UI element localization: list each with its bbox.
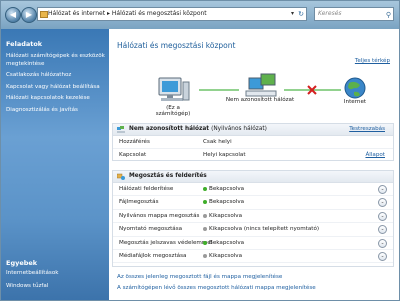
- row-value: Kikapcsolva: [209, 252, 243, 259]
- status-dot-icon: [203, 213, 207, 218]
- expand-icon[interactable]: ⌄: [378, 198, 387, 208]
- sharing-section: Megosztás és felderítés Hálózati felderí…: [112, 170, 394, 267]
- network-type: (Nyilvános hálózat): [211, 126, 267, 132]
- table-row[interactable]: Megosztás jelszavas védelemmel Bekapcsolv…: [113, 237, 393, 250]
- expand-icon[interactable]: ⌄: [378, 211, 387, 221]
- address-bar[interactable]: Hálózat és internet ▸ Hálózati és megosz…: [37, 7, 307, 21]
- row-value: Helyi kapcsolat: [203, 152, 246, 159]
- row-value: Kikapcsolva: [209, 212, 243, 219]
- show-shared-files-link[interactable]: Az összes jelenleg megosztott fájl és ma…: [117, 272, 316, 283]
- sharing-title: Megosztás és felderítés: [129, 173, 207, 179]
- sidebar-item-connect[interactable]: Csatlakozás hálózathoz: [6, 72, 106, 80]
- sharing-icon: [117, 173, 125, 180]
- table-row: Kapcsolat Helyi kapcsolat Állapot: [113, 149, 393, 161]
- computer-label: (Ez a számítógép): [155, 105, 191, 117]
- status-dot-icon: [203, 200, 207, 205]
- table-row: Hozzáférés Csak helyi: [113, 136, 393, 150]
- network-details: Nem azonosított hálózat (Nyilvános hálóz…: [112, 123, 394, 161]
- row-value: Bekapcsolva: [209, 239, 245, 246]
- sidebar-item-setup-connection[interactable]: Kapcsolat vagy hálózat beállítása: [6, 84, 106, 92]
- search-icon[interactable]: ⚲: [386, 9, 391, 21]
- window: ◀ ▶ Hálózat és internet ▸ Hálózati és me…: [0, 0, 400, 301]
- status-dot-icon: [203, 227, 207, 232]
- sidebar-see-also: Internetbeállítások Windows tűzfal: [6, 270, 59, 295]
- sidebar-item-diagnose[interactable]: Diagnosztizálás és javítás: [6, 107, 106, 115]
- sidebar-item-view-computers[interactable]: Hálózati számítógépek és eszközök megtek…: [6, 53, 106, 68]
- show-shared-folders-link[interactable]: A számítógépen lévő összes megosztott há…: [117, 283, 316, 294]
- row-key: Fájlmegosztás: [119, 199, 159, 206]
- main-panel: Hálózati és megosztási központ Teljes té…: [109, 29, 399, 300]
- sidebar-item-firewall[interactable]: Windows tűzfal: [6, 283, 59, 291]
- table-row[interactable]: Hálózati felderítése Bekapcsolva ⌄: [113, 183, 393, 197]
- chevron-down-icon[interactable]: ▾: [291, 8, 294, 20]
- forward-icon[interactable]: ▶: [21, 7, 37, 23]
- row-key: Kapcsolat: [119, 152, 147, 159]
- network-name-text: Nem azonosított hálózat: [129, 126, 210, 132]
- network-icon[interactable]: [245, 73, 277, 97]
- sidebar-item-internet-options[interactable]: Internetbeállítások: [6, 270, 59, 278]
- sharing-header: Megosztás és felderítés: [113, 171, 393, 183]
- sidebar-tasks: Hálózati számítógépek és eszközök megtek…: [6, 53, 106, 118]
- row-key: Nyomtató megosztása: [119, 226, 183, 233]
- row-key: Médiafájlok megosztása: [119, 252, 187, 259]
- globe-icon[interactable]: [344, 77, 366, 99]
- row-key: Nyilvános mappa megosztás: [119, 212, 200, 219]
- address-toolbar: ◀ ▶ Hálózat és internet ▸ Hálózati és me…: [1, 1, 399, 29]
- folder-icon: [40, 11, 48, 18]
- internet-label: Internet: [343, 99, 367, 105]
- status-dot-icon: [203, 187, 207, 191]
- bottom-links: Az összes jelenleg megosztott fájl és ma…: [117, 272, 316, 294]
- status-dot-icon: [203, 240, 207, 245]
- row-value: Csak helyi: [203, 139, 232, 145]
- row-key: Hálózati felderítése: [119, 186, 174, 192]
- sharing-rows: Hálózati felderítése Bekapcsolva ⌄ Fájlmego…: [113, 183, 393, 264]
- expand-icon[interactable]: ⌄: [378, 251, 387, 261]
- status-link[interactable]: Állapot: [365, 149, 385, 161]
- row-value: Kikapcsolva (nincs telepített nyomtató): [209, 226, 320, 233]
- row-key: Hozzáférés: [119, 139, 150, 145]
- customize-link[interactable]: Testreszabás: [349, 126, 385, 132]
- computer-icon[interactable]: [158, 77, 190, 101]
- row-key: Megosztás jelszavas védelemmel: [119, 239, 213, 246]
- network-name: Nem azonosított hálózat (Nyilvános hálóz…: [129, 126, 267, 132]
- search-input[interactable]: Keresés ⚲: [314, 7, 394, 21]
- row-value: Bekapcsolva: [209, 199, 245, 206]
- breadcrumb-separator: ▸: [106, 10, 110, 17]
- sidebar-item-manage-connections[interactable]: Hálózati kapcsolatok kezelése: [6, 95, 106, 103]
- table-row[interactable]: Fájlmegosztás Bekapcsolva ⌄: [113, 196, 393, 210]
- status-dot-icon: [203, 253, 207, 258]
- table-row[interactable]: Médiafájlok megosztása Kikapcsolva ⌄: [113, 250, 393, 264]
- expand-icon[interactable]: ⌄: [378, 225, 387, 235]
- breadcrumb-current[interactable]: Hálózati és megosztási központ: [112, 10, 207, 17]
- table-row[interactable]: Nyomtató megosztása Kikapcsolva (nincs te…: [113, 223, 393, 237]
- breadcrumb-root[interactable]: Hálózat és internet: [48, 10, 105, 17]
- full-map-link[interactable]: Teljes térkép: [355, 58, 390, 64]
- page-title: Hálózati és megosztási központ: [117, 41, 236, 50]
- network-small-icon: [117, 126, 125, 133]
- row-value: Bekapcsolva: [209, 186, 245, 192]
- expand-icon[interactable]: ⌄: [378, 238, 387, 248]
- sidebar-see-also-title: Egyebek: [6, 259, 38, 267]
- network-header: Nem azonosított hálózat (Nyilvános hálóz…: [113, 124, 393, 136]
- sidebar-tasks-title: Feladatok: [6, 40, 43, 48]
- refresh-icon[interactable]: ↻: [298, 8, 304, 20]
- expand-icon[interactable]: ⌄: [378, 185, 387, 194]
- search-placeholder: Keresés: [318, 10, 342, 17]
- network-label: Nem azonosított hálózat: [225, 97, 295, 103]
- sidebar: Feladatok Hálózati számítógépek és eszkö…: [1, 29, 109, 300]
- table-row[interactable]: Nyilvános mappa megosztás Kikapcsolva ⌄: [113, 210, 393, 224]
- back-icon[interactable]: ◀: [5, 7, 21, 23]
